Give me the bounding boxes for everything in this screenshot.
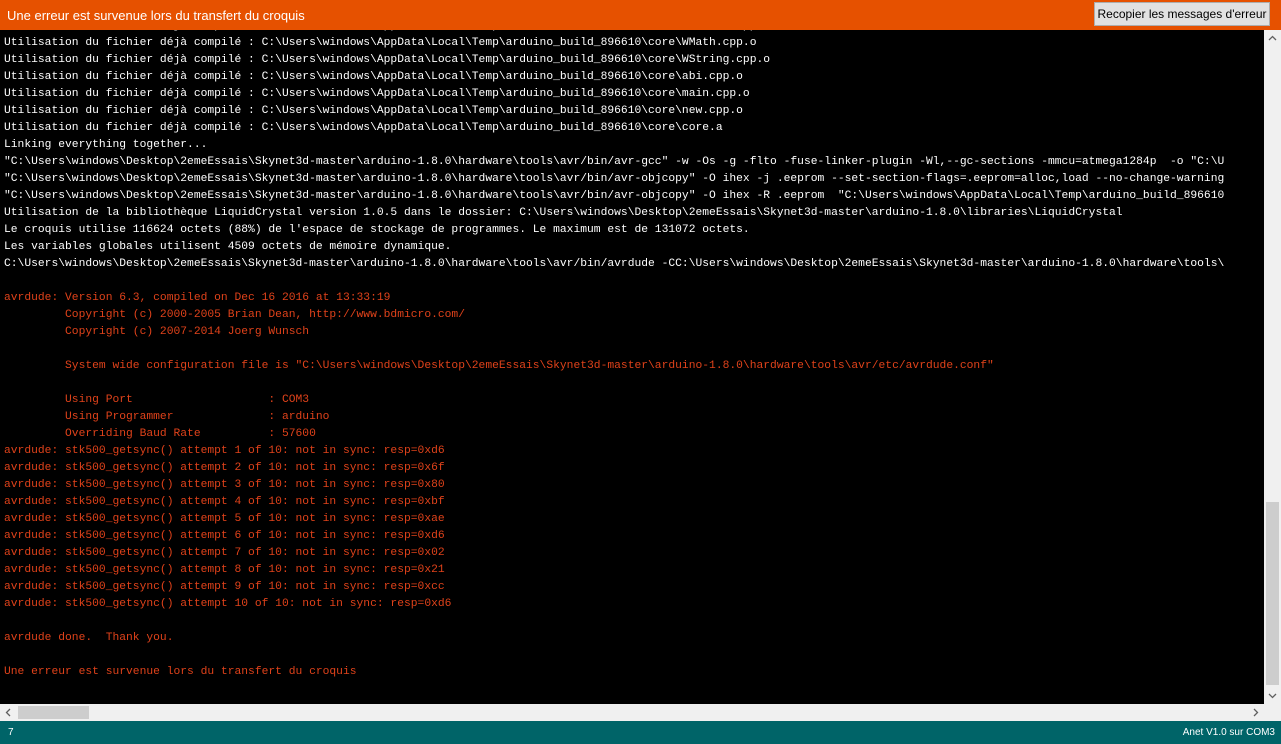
line-number: 7 [8, 727, 14, 738]
console-line: avrdude: stk500_getsync() attempt 6 of 1… [4, 530, 445, 542]
console-line: "C:\Users\windows\Desktop\2emeEssais\Sky… [4, 173, 1225, 185]
chevron-down-icon[interactable] [1264, 687, 1281, 704]
console-line: Une erreur est survenue lors du transfer… [4, 666, 357, 678]
console-line: Utilisation du fichier déjà compilé : C:… [4, 88, 750, 100]
console-line: Utilisation de la bibliothèque LiquidCry… [4, 207, 1123, 219]
console-line: avrdude: stk500_getsync() attempt 4 of 1… [4, 496, 445, 508]
console-line: avrdude: stk500_getsync() attempt 7 of 1… [4, 547, 445, 559]
console-line: avrdude: stk500_getsync() attempt 1 of 1… [4, 445, 445, 457]
status-bar: 7 Anet V1.0 sur COM3 [0, 721, 1281, 744]
vertical-scrollbar[interactable] [1264, 30, 1281, 704]
error-notification-bar: Une erreur est survenue lors du transfer… [0, 0, 1281, 30]
console-line: Using Port : COM3 [4, 394, 310, 406]
console-line: "C:\Users\windows\Desktop\2emeEssais\Sky… [4, 156, 1225, 168]
horizontal-scroll-thumb[interactable] [18, 706, 89, 719]
vertical-scroll-thumb[interactable] [1266, 502, 1279, 685]
console-line: avrdude: stk500_getsync() attempt 3 of 1… [4, 479, 445, 491]
scrollbar-corner [1264, 704, 1281, 721]
console-line: Using Programmer : arduino [4, 411, 330, 423]
console-line: C:\Users\windows\Desktop\2emeEssais\Skyn… [4, 258, 1225, 270]
chevron-up-icon[interactable] [1264, 30, 1281, 47]
console-line: avrdude done. Thank you. [4, 632, 174, 644]
console-line: avrdude: Version 6.3, compiled on Dec 16… [4, 292, 391, 304]
console-line: Overriding Baud Rate : 57600 [4, 428, 316, 440]
console-line: avrdude: stk500_getsync() attempt 9 of 1… [4, 581, 445, 593]
console-line: Utilisation du fichier déjà compilé : C:… [4, 71, 743, 83]
console-line: Copyright (c) 2000-2005 Brian Dean, http… [4, 309, 465, 321]
console-line: Les variables globales utilisent 4509 oc… [4, 241, 452, 253]
copy-error-messages-button[interactable]: Recopier les messages d'erreur [1094, 2, 1270, 26]
board-port-info: Anet V1.0 sur COM3 [1182, 727, 1275, 738]
console-line: avrdude: stk500_getsync() attempt 5 of 1… [4, 513, 445, 525]
console-line: "C:\Users\windows\Desktop\2emeEssais\Sky… [4, 190, 1225, 202]
console-line: avrdude: stk500_getsync() attempt 8 of 1… [4, 564, 445, 576]
console-line: Copyright (c) 2007-2014 Joerg Wunsch [4, 326, 310, 338]
error-message: Une erreur est survenue lors du transfer… [7, 8, 305, 23]
console-line: Utilisation du fichier déjà compilé : C:… [4, 122, 723, 134]
console-line: System wide configuration file is "C:\Us… [4, 360, 994, 372]
console-output[interactable]: Utilisation du fichier déjà compilé : C:… [0, 30, 1264, 704]
console-line: avrdude: stk500_getsync() attempt 10 of … [4, 598, 452, 610]
console-line: Utilisation du fichier déjà compilé : C:… [4, 105, 743, 117]
chevron-left-icon[interactable] [0, 704, 17, 721]
console-line: Utilisation du fichier déjà compilé : C:… [4, 37, 757, 49]
console-line: avrdude: stk500_getsync() attempt 2 of 1… [4, 462, 445, 474]
chevron-right-icon[interactable] [1247, 704, 1264, 721]
console-lines: Utilisation du fichier déjà compilé : C:… [4, 30, 1224, 681]
console-line: Linking everything together... [4, 139, 208, 151]
console-line: Utilisation du fichier déjà compilé : C:… [4, 54, 771, 66]
console-line: Le croquis utilise 116624 octets (88%) d… [4, 224, 750, 236]
horizontal-scrollbar[interactable] [0, 704, 1264, 721]
